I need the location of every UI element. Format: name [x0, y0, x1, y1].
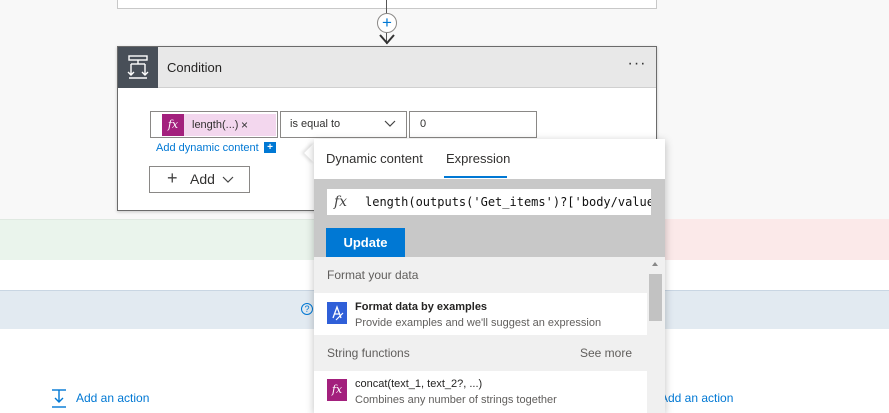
tab-dynamic-content[interactable]: Dynamic content	[326, 151, 423, 171]
previous-action-card	[117, 0, 657, 9]
active-tab-indicator	[444, 176, 507, 178]
add-action-icon[interactable]	[50, 388, 68, 410]
add-dynamic-content-link[interactable]: Add dynamic content	[156, 141, 259, 155]
item-description: Provide examples and we'll suggest an ex…	[355, 317, 602, 329]
fx-icon: fx	[334, 194, 348, 210]
add-an-action-link[interactable]: Add an action	[76, 391, 149, 405]
arrow-down-icon	[379, 34, 395, 45]
dynamic-content-popup: Dynamic content Expression fx length(out…	[314, 139, 665, 413]
if-no-branch-band	[660, 219, 889, 260]
condition-right-operand[interactable]	[409, 111, 537, 138]
add-button-label: Add	[190, 171, 215, 187]
update-button[interactable]: Update	[326, 228, 405, 257]
fx-function-icon: fx	[327, 379, 347, 401]
add-an-action-link[interactable]: Add an action	[660, 391, 733, 405]
format-data-icon	[327, 302, 347, 324]
chevron-down-icon	[222, 176, 234, 183]
tab-expression[interactable]: Expression	[446, 151, 510, 171]
scroll-up-icon[interactable]	[650, 259, 660, 269]
scrollbar-thumb[interactable]	[649, 274, 662, 321]
more-options-button[interactable]: ···	[623, 53, 651, 81]
remove-token-button[interactable]: ×	[241, 114, 248, 136]
item-description: Combines any number of strings together	[355, 394, 557, 406]
item-title: concat(text_1, text_2?, ...)	[355, 378, 483, 390]
section-title: String functions	[327, 346, 410, 360]
condition-icon	[118, 47, 158, 88]
right-operand-value: 0	[420, 118, 427, 130]
fx-token-icon: fx	[162, 114, 184, 136]
insert-step-button[interactable]: +	[377, 13, 397, 33]
add-dynamic-plus-icon[interactable]: +	[264, 142, 276, 153]
chevron-down-icon	[384, 120, 396, 127]
see-more-link[interactable]: See more	[580, 335, 632, 371]
help-icon[interactable]: ?	[301, 303, 313, 315]
section-title: Format your data	[327, 268, 419, 282]
item-title: Format data by examples	[355, 301, 488, 313]
condition-header[interactable]: Condition ···	[118, 47, 656, 88]
expression-input-value[interactable]: length(outputs('Get_items')?['body/value…	[365, 188, 651, 216]
operator-value: is equal to	[290, 118, 341, 130]
plus-icon: +	[167, 168, 178, 188]
condition-title: Condition	[167, 60, 222, 75]
token-label: length(...)	[192, 119, 239, 131]
